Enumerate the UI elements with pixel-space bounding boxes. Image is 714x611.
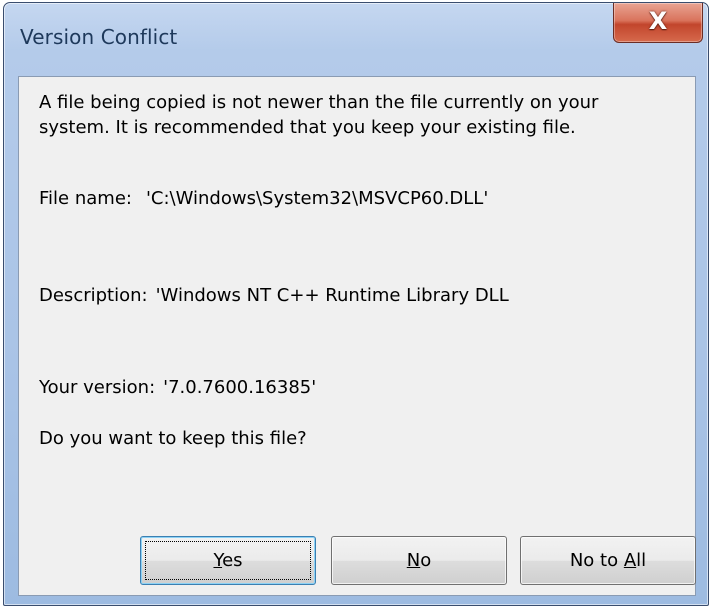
file-name-value: 'C:\Windows\System32\MSVCP60.DLL' <box>145 188 489 209</box>
no-to-all-button[interactable]: No to All <box>520 536 696 585</box>
message-line-1: A file being copied is not newer than th… <box>39 92 599 113</box>
no-to-all-accelerator: A <box>623 550 637 571</box>
file-name-label: File name: <box>39 188 132 209</box>
version-row: Your version: '7.0.7600.16385' <box>39 375 316 401</box>
window-title: Version Conflict <box>20 25 178 49</box>
description-value: 'Windows NT C++ Runtime Library DLL <box>155 285 509 306</box>
file-name-row: File name: 'C:\Windows\System32\MSVCP60.D… <box>39 186 488 212</box>
keep-file-question: Do you want to keep this file? <box>39 428 307 449</box>
no-to-all-prefix: No to <box>569 550 624 571</box>
version-value: '7.0.7600.16385' <box>163 377 317 398</box>
description-label: Description: <box>39 285 148 306</box>
title-bar[interactable]: Version Conflict X <box>4 3 708 76</box>
no-to-all-label-rest: ll <box>636 550 647 571</box>
focus-rectangle <box>145 541 311 580</box>
yes-button[interactable]: Yes <box>140 536 316 585</box>
no-accelerator: N <box>406 550 421 571</box>
dialog-body: A file being copied is not newer than th… <box>18 76 696 596</box>
description-row: Description: 'Windows NT C++ Runtime Libr… <box>39 283 509 309</box>
version-conflict-dialog: Version Conflict X A file being copied i… <box>3 2 709 606</box>
version-label: Your version: <box>39 377 156 398</box>
no-label-rest: o <box>420 550 432 571</box>
no-button[interactable]: No <box>331 536 507 585</box>
close-button[interactable]: X <box>613 3 703 43</box>
message-line-2: system. It is recommended that you keep … <box>39 117 576 138</box>
close-icon: X <box>648 7 668 35</box>
